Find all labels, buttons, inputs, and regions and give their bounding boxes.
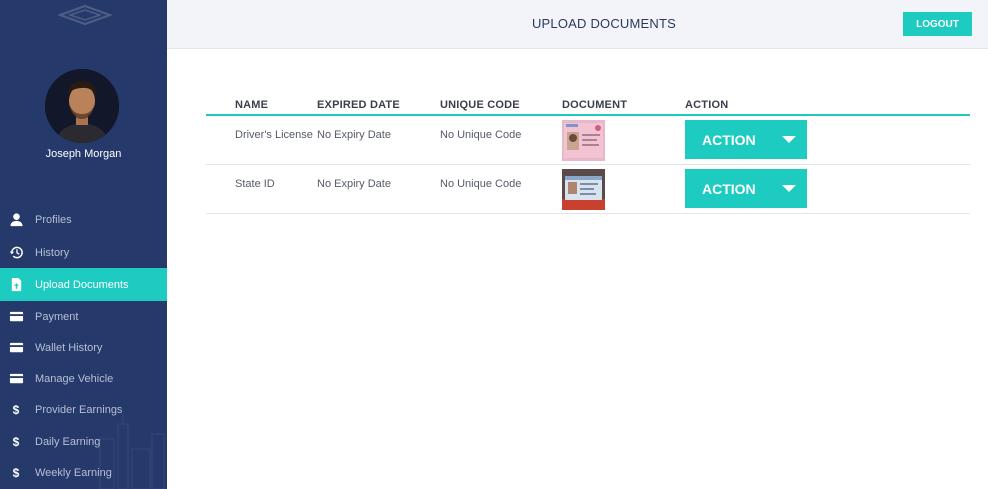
table-row: Driver's License No Expiry Date No Uniqu… [206, 116, 970, 165]
sidebar-item-label: Manage Vehicle [35, 372, 114, 385]
sidebar-item-history[interactable]: History [0, 236, 167, 269]
column-header-expired-date: EXPIRED DATE [317, 99, 400, 111]
action-dropdown[interactable]: ACTION [685, 120, 807, 159]
sidebar-item-label: Profiles [35, 213, 72, 226]
sidebar-item-label: Wallet History [35, 341, 103, 354]
sidebar-item-manage-vehicle[interactable]: Manage Vehicle [0, 362, 167, 395]
column-header-document: DOCUMENT [562, 99, 628, 111]
documents-table: NAME EXPIRED DATE UNIQUE CODE DOCUMENT A… [206, 96, 970, 214]
logout-button[interactable]: LOGOUT [903, 12, 972, 36]
document-upload-icon [8, 277, 24, 293]
card-icon [8, 309, 24, 325]
brand-logo-watermark [57, 4, 113, 26]
sidebar: Joseph Morgan Profiles History Upload Do… [0, 0, 167, 489]
column-header-unique-code: UNIQUE CODE [440, 99, 520, 111]
sidebar-item-label: History [35, 246, 70, 259]
document-name: State ID [235, 178, 275, 190]
expired-date: No Expiry Date [317, 178, 391, 190]
sidebar-item-upload-documents[interactable]: Upload Documents [0, 268, 167, 301]
table-header: NAME EXPIRED DATE UNIQUE CODE DOCUMENT A… [206, 96, 970, 116]
action-label: ACTION [702, 131, 756, 148]
column-header-action: ACTION [685, 99, 729, 111]
sidebar-item-payment[interactable]: Payment [0, 300, 167, 333]
column-header-name: NAME [235, 99, 269, 111]
sidebar-item-label: Upload Documents [35, 278, 129, 291]
document-name: Driver's License [235, 129, 313, 141]
avatar[interactable] [45, 69, 119, 143]
unique-code: No Unique Code [440, 129, 522, 141]
top-header: UPLOAD DOCUMENTS LOGOUT [167, 0, 988, 49]
page-title: UPLOAD DOCUMENTS [531, 16, 677, 31]
document-thumbnail[interactable] [562, 120, 605, 161]
user-name: Joseph Morgan [45, 148, 122, 160]
action-dropdown[interactable]: ACTION [685, 169, 807, 208]
caret-down-icon [782, 185, 796, 192]
card-icon [8, 371, 24, 387]
caret-down-icon [782, 136, 796, 143]
history-icon [8, 245, 24, 261]
action-label: ACTION [702, 180, 756, 197]
unique-code: No Unique Code [440, 178, 522, 190]
sidebar-item-wallet-history[interactable]: Wallet History [0, 331, 167, 364]
sidebar-item-profiles[interactable]: Profiles [0, 203, 167, 236]
sidebar-item-label: Payment [35, 310, 79, 323]
person-icon [8, 212, 24, 228]
card-icon [8, 340, 24, 356]
city-skyline-decoration [99, 414, 165, 489]
document-thumbnail[interactable] [562, 169, 605, 210]
table-row: State ID No Expiry Date No Unique Code A… [206, 165, 970, 214]
expired-date: No Expiry Date [317, 129, 391, 141]
